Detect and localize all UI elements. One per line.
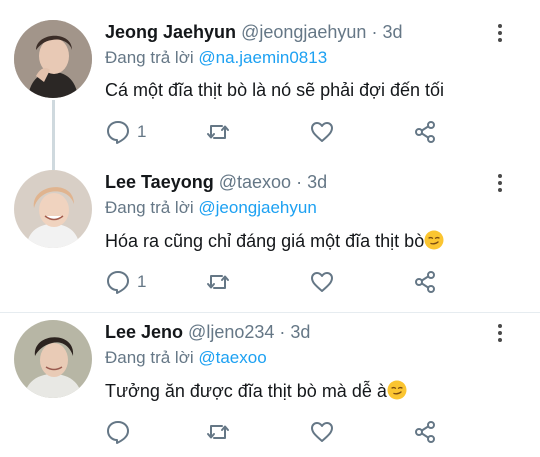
- author-name[interactable]: Jeong Jaehyun: [105, 22, 236, 42]
- tweet-text-content: Hóa ra cũng chỉ đáng giá một đĩa thịt bò: [105, 231, 425, 251]
- tweet-text-content: Tưởng ăn được đĩa thịt bò mà dễ à: [105, 381, 387, 401]
- more-vertical-icon[interactable]: [490, 322, 510, 346]
- tweet-text: Hóa ra cũng chỉ đáng giá một đĩa thịt bò: [105, 230, 444, 252]
- replying-to-label: Đang trả lời: [105, 348, 194, 367]
- avatar[interactable]: [14, 20, 92, 98]
- retweet-button[interactable]: [205, 418, 231, 446]
- author-name[interactable]: Lee Jeno: [105, 322, 183, 342]
- share-button[interactable]: [412, 118, 438, 146]
- like-button[interactable]: [309, 118, 335, 146]
- tweet-reply-2[interactable]: Lee Taeyong @taexoo · 3d Đang trả lời @j…: [0, 150, 540, 300]
- tweet-reply-1[interactable]: Jeong Jaehyun @jeongjaehyun · 3d Đang tr…: [0, 0, 540, 150]
- replying-to-label: Đang trả lời: [105, 48, 194, 67]
- share-icon: [415, 421, 435, 443]
- replying-to-label: Đang trả lời: [105, 198, 194, 217]
- replying-to: Đang trả lời @taexoo: [105, 348, 267, 368]
- reply-count: 1: [137, 272, 147, 291]
- heart-icon: [311, 122, 333, 142]
- mention-link[interactable]: @jeongjaehyun: [198, 198, 316, 217]
- tweet-time[interactable]: 3d: [307, 172, 327, 192]
- author-handle[interactable]: @jeongjaehyun: [241, 22, 366, 42]
- author-name[interactable]: Lee Taeyong: [105, 172, 214, 192]
- smirk-emoji-icon: [387, 380, 407, 400]
- retweet-icon: [207, 125, 229, 139]
- separator-dot: ·: [296, 172, 303, 192]
- share-button[interactable]: [412, 268, 438, 296]
- mention-link[interactable]: @na.jaemin0813: [198, 48, 327, 67]
- author-handle[interactable]: @ljeno234: [188, 322, 274, 342]
- tweet-actions: [105, 418, 445, 446]
- tweet-reply-3[interactable]: Lee Jeno @ljeno234 · 3d Đang trả lời @ta…: [0, 300, 540, 450]
- tweet-header: Lee Taeyong @taexoo · 3d: [105, 172, 327, 193]
- tweet-text-content: Cá một đĩa thịt bò là nó sẽ phải đợi đến…: [105, 80, 445, 100]
- share-icon: [415, 121, 435, 143]
- replying-to: Đang trả lời @jeongjaehyun: [105, 198, 317, 218]
- retweet-icon: [207, 275, 229, 289]
- tweet-header: Jeong Jaehyun @jeongjaehyun · 3d: [105, 22, 403, 43]
- avatar[interactable]: [14, 170, 92, 248]
- reply-button[interactable]: 1: [105, 118, 146, 146]
- reply-count: 1: [137, 122, 147, 141]
- reply-button[interactable]: [105, 418, 131, 446]
- retweet-icon: [207, 425, 229, 439]
- more-vertical-icon[interactable]: [490, 22, 510, 46]
- retweet-button[interactable]: [205, 268, 231, 296]
- retweet-button[interactable]: [205, 118, 231, 146]
- replying-to: Đang trả lời @na.jaemin0813: [105, 48, 327, 68]
- share-button[interactable]: [412, 418, 438, 446]
- tweet-actions: 1: [105, 268, 445, 296]
- tweet-time[interactable]: 3d: [382, 22, 402, 42]
- more-vertical-icon[interactable]: [490, 172, 510, 196]
- share-icon: [415, 271, 435, 293]
- separator-dot: ·: [279, 322, 286, 342]
- heart-icon: [311, 422, 333, 442]
- like-button[interactable]: [309, 418, 335, 446]
- avatar[interactable]: [14, 320, 92, 398]
- reply-button[interactable]: 1: [105, 268, 146, 296]
- heart-icon: [311, 272, 333, 292]
- tweet-header: Lee Jeno @ljeno234 · 3d: [105, 322, 310, 343]
- author-handle[interactable]: @taexoo: [219, 172, 291, 192]
- tweet-time[interactable]: 3d: [290, 322, 310, 342]
- tweet-text: Cá một đĩa thịt bò là nó sẽ phải đợi đến…: [105, 80, 444, 101]
- tweet-text: Tưởng ăn được đĩa thịt bò mà dễ à: [105, 380, 407, 402]
- smirk-emoji-icon: [424, 230, 444, 250]
- comment-icon: [107, 271, 129, 294]
- tweet-actions: 1: [105, 118, 445, 146]
- mention-link[interactable]: @taexoo: [198, 348, 266, 367]
- like-button[interactable]: [309, 268, 335, 296]
- comment-icon: [107, 121, 129, 144]
- separator-dot: ·: [371, 22, 378, 42]
- comment-icon: [107, 421, 129, 444]
